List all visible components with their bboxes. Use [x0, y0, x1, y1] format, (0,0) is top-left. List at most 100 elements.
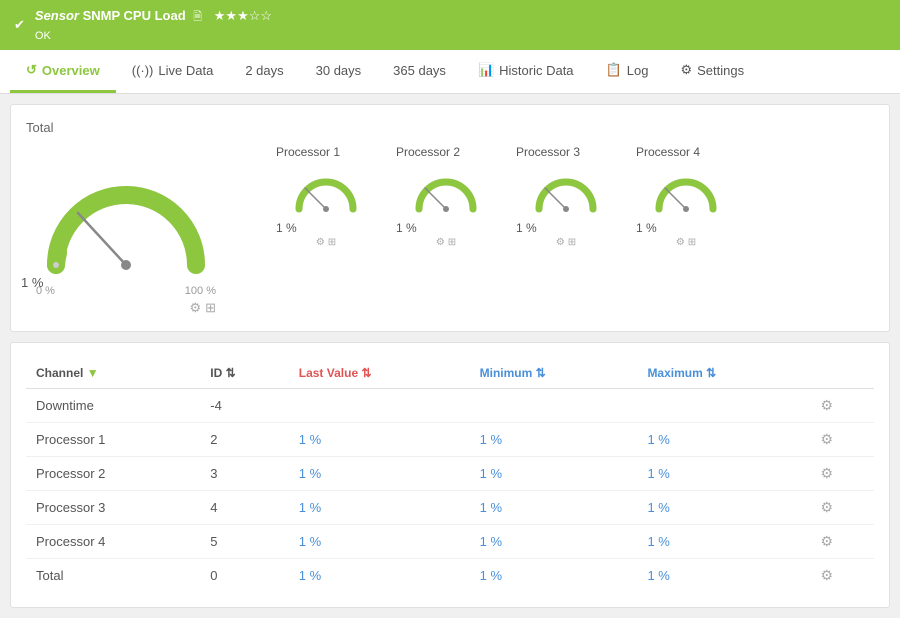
big-gauge: 0 % 100 % ⚙ ⊞ — [26, 145, 226, 316]
small-gauge-settings-icon-4[interactable]: ⚙ — [676, 237, 685, 248]
small-gauge-svg-3 — [531, 164, 601, 219]
big-gauge-expand-icon[interactable]: ⊞ — [205, 300, 216, 316]
sort-icon-last-value: ⇅ — [361, 366, 371, 380]
status-check-icon: ✔ — [14, 17, 25, 33]
small-gauge-svg-4 — [651, 164, 721, 219]
header-stars[interactable]: ★★★☆☆ — [214, 8, 272, 23]
col-last-value[interactable]: Last Value ⇅ — [289, 358, 470, 389]
cell-channel-2: Processor 2 — [26, 457, 200, 491]
small-gauge-processor1: Processor 1 1 % ⚙ ⊞ — [266, 145, 386, 248]
cell-id-2: 3 — [200, 457, 289, 491]
small-gauge-expand-icon-1[interactable]: ⊞ — [328, 237, 336, 248]
cell-minimum-4: 1 % — [470, 525, 638, 559]
small-gauge-processor2: Processor 2 1 % ⚙ ⊞ — [386, 145, 506, 248]
cell-minimum-1: 1 % — [470, 423, 638, 457]
tab-365days[interactable]: 365 days — [377, 51, 462, 93]
cell-id-3: 4 — [200, 491, 289, 525]
cell-id-0: -4 — [200, 389, 289, 423]
header-title: SNMP CPU Load — [83, 8, 186, 23]
main-content: Total 0 % 10 — [0, 94, 900, 618]
cell-gear-3[interactable]: ⚙ — [810, 491, 874, 525]
cell-gear-4[interactable]: ⚙ — [810, 525, 874, 559]
tab-settings[interactable]: ⚙ Settings — [664, 50, 760, 93]
table-row: Processor 3 4 1 % 1 % 1 % ⚙ — [26, 491, 874, 525]
small-gauge-processor3: Processor 3 1 % ⚙ ⊞ — [506, 145, 626, 248]
cell-last-value-2: 1 % — [289, 457, 470, 491]
cell-minimum-5: 1 % — [470, 559, 638, 593]
row-gear-icon-5[interactable]: ⚙ — [820, 567, 833, 583]
tab-live-data[interactable]: ((·)) Live Data — [116, 51, 230, 93]
settings-icon: ⚙ — [680, 62, 692, 78]
row-gear-icon-4[interactable]: ⚙ — [820, 533, 833, 549]
small-gauge-processor4: Processor 4 1 % ⚙ ⊞ — [626, 145, 746, 248]
small-gauge-icons-3: ⚙ ⊞ — [556, 237, 576, 248]
cell-channel-0: Downtime — [26, 389, 200, 423]
row-gear-icon-1[interactable]: ⚙ — [820, 431, 833, 447]
header-status: OK — [35, 30, 51, 42]
cell-channel-4: Processor 4 — [26, 525, 200, 559]
table-row: Processor 1 2 1 % 1 % 1 % ⚙ — [26, 423, 874, 457]
big-gauge-max-label: 100 % — [185, 285, 216, 297]
sort-icon-id: ⇅ — [226, 366, 236, 380]
small-gauge-settings-icon-1[interactable]: ⚙ — [316, 237, 325, 248]
gauges-row: 0 % 100 % ⚙ ⊞ 1 % Processor 1 — [26, 145, 874, 316]
cell-gear-5[interactable]: ⚙ — [810, 559, 874, 593]
sort-icon-minimum: ⇅ — [536, 366, 546, 380]
cell-id-1: 2 — [200, 423, 289, 457]
tab-overview[interactable]: ↺ Overview — [10, 50, 116, 93]
cell-minimum-3: 1 % — [470, 491, 638, 525]
col-minimum[interactable]: Minimum ⇅ — [470, 358, 638, 389]
big-gauge-settings-icon[interactable]: ⚙ — [189, 300, 201, 316]
cell-minimum-2: 1 % — [470, 457, 638, 491]
col-maximum[interactable]: Maximum ⇅ — [637, 358, 810, 389]
tab-historic-data[interactable]: 📊 Historic Data — [462, 50, 590, 93]
cell-maximum-5: 1 % — [637, 559, 810, 593]
row-gear-icon-3[interactable]: ⚙ — [820, 499, 833, 515]
small-gauge-icons-4: ⚙ ⊞ — [676, 237, 696, 248]
sort-icon-maximum: ⇅ — [706, 366, 716, 380]
cell-maximum-3: 1 % — [637, 491, 810, 525]
tab-log[interactable]: 📋 Log — [590, 50, 665, 93]
small-gauge-expand-icon-3[interactable]: ⊞ — [568, 237, 576, 248]
cell-last-value-3: 1 % — [289, 491, 470, 525]
table-row: Processor 4 5 1 % 1 % 1 % ⚙ — [26, 525, 874, 559]
live-data-icon: ((·)) — [132, 63, 154, 78]
small-gauge-expand-icon-4[interactable]: ⊞ — [688, 237, 696, 248]
cell-maximum-1: 1 % — [637, 423, 810, 457]
cell-last-value-4: 1 % — [289, 525, 470, 559]
cell-minimum-0 — [470, 389, 638, 423]
row-gear-icon-2[interactable]: ⚙ — [820, 465, 833, 481]
table-row: Downtime -4 ⚙ — [26, 389, 874, 423]
cell-id-4: 5 — [200, 525, 289, 559]
big-gauge-svg — [36, 145, 216, 285]
cell-id-5: 0 — [200, 559, 289, 593]
small-gauge-settings-icon-2[interactable]: ⚙ — [436, 237, 445, 248]
row-gear-icon-0[interactable]: ⚙ — [820, 397, 833, 413]
small-gauge-icons-1: ⚙ ⊞ — [316, 237, 336, 248]
cell-gear-1[interactable]: ⚙ — [810, 423, 874, 457]
cell-last-value-5: 1 % — [289, 559, 470, 593]
cell-gear-0[interactable]: ⚙ — [810, 389, 874, 423]
cell-channel-3: Processor 3 — [26, 491, 200, 525]
table-body: Downtime -4 ⚙ Processor 1 2 1 % 1 % 1 % … — [26, 389, 874, 593]
table-header: Channel ▼ ID ⇅ Last Value ⇅ Minimum ⇅ — [26, 358, 874, 389]
cell-maximum-2: 1 % — [637, 457, 810, 491]
tab-30days[interactable]: 30 days — [300, 51, 378, 93]
gauge-section: Total 0 % 10 — [10, 104, 890, 332]
col-actions — [810, 358, 874, 389]
col-channel[interactable]: Channel ▼ — [26, 358, 200, 389]
sort-icon-channel: ▼ — [87, 366, 99, 380]
nav-tabs: ↺ Overview ((·)) Live Data 2 days 30 day… — [0, 50, 900, 94]
col-id[interactable]: ID ⇅ — [200, 358, 289, 389]
small-gauge-settings-icon-3[interactable]: ⚙ — [556, 237, 565, 248]
cell-last-value-1: 1 % — [289, 423, 470, 457]
small-gauge-expand-icon-2[interactable]: ⊞ — [448, 237, 456, 248]
gauge-section-title: Total — [26, 120, 874, 135]
cell-gear-2[interactable]: ⚙ — [810, 457, 874, 491]
small-gauge-icons-2: ⚙ ⊞ — [436, 237, 456, 248]
table-section: Channel ▼ ID ⇅ Last Value ⇅ Minimum ⇅ — [10, 342, 890, 608]
historic-data-icon: 📊 — [478, 62, 494, 78]
small-gauges: Processor 1 1 % ⚙ ⊞ Processor 2 — [266, 145, 874, 248]
cell-maximum-4: 1 % — [637, 525, 810, 559]
tab-2days[interactable]: 2 days — [229, 51, 299, 93]
